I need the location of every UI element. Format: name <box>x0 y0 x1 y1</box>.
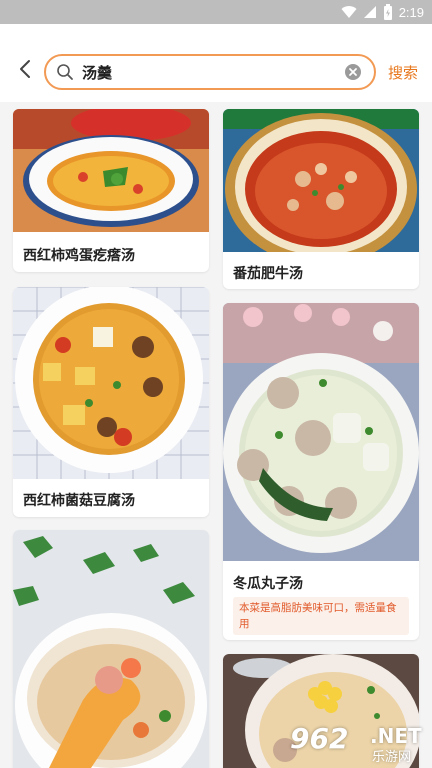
recipe-card[interactable] <box>13 530 209 768</box>
recipe-image <box>13 530 209 768</box>
search-input[interactable] <box>82 56 332 88</box>
recipe-image <box>13 109 209 232</box>
status-time: 2:19 <box>398 4 424 20</box>
watermark-number: 962 <box>290 722 349 755</box>
status-bar: 2:19 <box>0 0 432 24</box>
recipe-description: 本菜是高脂肪美味可口，需适量食用 <box>233 597 409 635</box>
recipe-title: 西红柿菌菇豆腐汤 <box>23 493 135 509</box>
recipe-title: 冬瓜丸子汤 <box>233 576 303 592</box>
wifi-icon <box>341 6 357 19</box>
recipe-image <box>223 303 419 561</box>
back-button[interactable] <box>14 58 36 80</box>
recipe-title: 西红柿鸡蛋疙瘩汤 <box>23 248 135 264</box>
recipe-card[interactable]: 西红柿鸡蛋疙瘩汤 <box>13 109 209 272</box>
search-button[interactable]: 搜索 <box>388 62 418 83</box>
recipe-title: 番茄肥牛汤 <box>233 266 303 282</box>
recipe-card[interactable]: 番茄肥牛汤 <box>223 109 419 289</box>
results-grid: 西红柿鸡蛋疙瘩汤 番茄肥牛汤 西红柿菌菇豆腐汤 冬瓜丸子汤 本菜是高脂肪美味可口… <box>0 102 432 768</box>
recipe-image <box>223 109 419 252</box>
signal-icon <box>363 6 376 18</box>
clear-icon[interactable] <box>344 63 362 81</box>
watermark-net: .NET <box>370 724 422 748</box>
search-icon <box>57 64 73 80</box>
watermark-site: 乐游网 <box>372 750 412 765</box>
recipe-card[interactable]: 冬瓜丸子汤 本菜是高脂肪美味可口，需适量食用 <box>223 303 419 640</box>
search-box[interactable] <box>44 54 376 90</box>
chevron-left-icon <box>20 60 30 78</box>
search-header: 搜索 <box>0 24 432 102</box>
status-icons: 2:19 <box>341 3 424 21</box>
recipe-image <box>13 287 209 479</box>
battery-icon <box>383 4 392 20</box>
watermark-logo: 962 .NET 乐游网 <box>290 722 426 765</box>
recipe-card[interactable]: 西红柿菌菇豆腐汤 <box>13 287 209 517</box>
